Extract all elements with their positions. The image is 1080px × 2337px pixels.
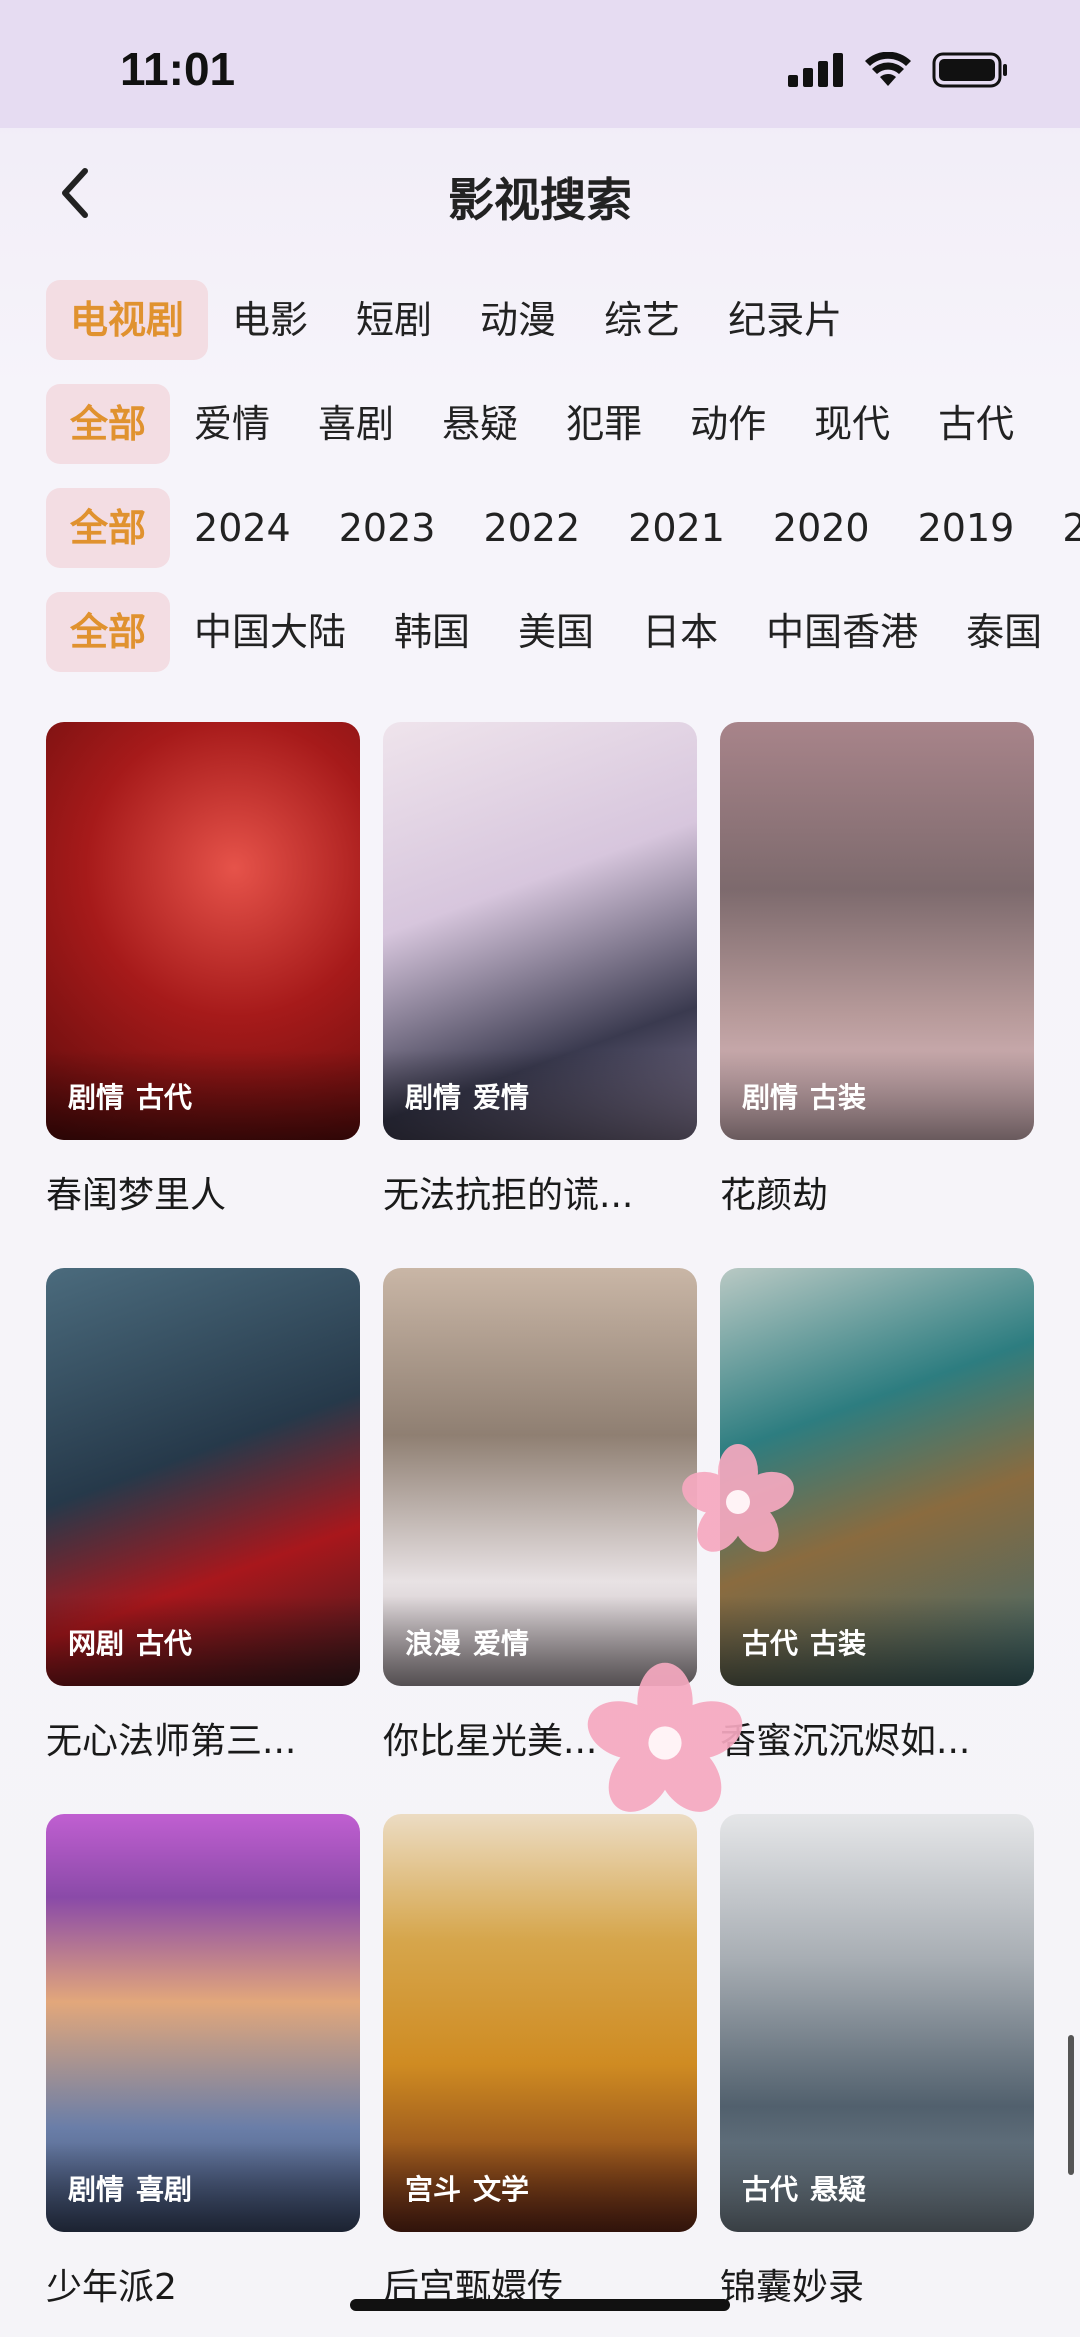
show-title[interactable]: 无心法师第三... [46,1712,360,1764]
chip-category-variety[interactable]: 综艺 [580,280,704,360]
show-poster[interactable]: 网剧 古代 [46,1268,360,1686]
chip-category-anime[interactable]: 动漫 [456,280,580,360]
show-poster[interactable]: 剧情 古代 [46,722,360,1140]
scrollbar[interactable] [1068,2035,1074,2175]
chip-region-usa[interactable]: 美国 [494,592,618,672]
show-poster[interactable]: 古代 悬疑 [720,1814,1034,2232]
show-tags: 古代 古装 [742,1627,867,1660]
show-card[interactable]: 网剧 古代 无心法师第三... [46,1268,360,1764]
chip-genre-action[interactable]: 动作 [666,384,790,464]
year-filter-row: 全部 2024 2023 2022 2021 2020 2019 20 [0,486,1080,570]
show-title[interactable]: 少年派2 [46,2258,360,2310]
chip-year-2021[interactable]: 2021 [604,488,749,568]
home-indicator[interactable] [350,2299,730,2311]
show-tags: 剧情 古装 [742,1081,867,1114]
chip-genre-mystery[interactable]: 悬疑 [418,384,542,464]
region-filter-row: 全部 中国大陆 韩国 美国 日本 中国香港 泰国 [0,590,1080,674]
chip-genre-modern[interactable]: 现代 [790,384,914,464]
chip-year-all[interactable]: 全部 [46,488,171,568]
chip-region-japan[interactable]: 日本 [618,592,742,672]
status-bar: 11:01 [0,0,1080,128]
show-tags: 古代 悬疑 [742,2173,867,2206]
chip-genre-crime[interactable]: 犯罪 [542,384,666,464]
chip-genre-all[interactable]: 全部 [46,384,171,464]
chip-year-more[interactable]: 20 [1038,488,1080,568]
show-card[interactable]: 剧情 爱情 无法抗拒的谎... [383,722,697,1218]
show-card[interactable]: 古代 悬疑 锦囊妙录 [720,1814,1034,2310]
show-card[interactable]: 剧情 喜剧 少年派2 [46,1814,360,2310]
chip-category-tv[interactable]: 电视剧 [46,280,209,360]
show-title[interactable]: 香蜜沉沉烬如... [720,1712,1034,1764]
chip-year-2019[interactable]: 2019 [894,488,1039,568]
show-title[interactable]: 锦囊妙录 [720,2258,1034,2310]
show-title[interactable]: 无法抗拒的谎... [383,1166,697,1218]
cellular-signal-icon [788,53,843,87]
genre-filter-row: 全部 爱情 喜剧 悬疑 犯罪 动作 现代 古代 [0,382,1080,466]
chip-region-thailand[interactable]: 泰国 [942,592,1066,672]
chip-category-documentary[interactable]: 纪录片 [704,280,866,360]
chip-genre-ancient[interactable]: 古代 [914,384,1038,464]
chip-genre-romance[interactable]: 爱情 [170,384,294,464]
chip-region-hongkong[interactable]: 中国香港 [742,592,942,672]
show-tags: 剧情 喜剧 [68,2173,193,2206]
chip-year-2023[interactable]: 2023 [315,488,460,568]
chip-region-all[interactable]: 全部 [46,592,171,672]
nav-bar: 影视搜索 [0,128,1080,258]
show-poster[interactable]: 剧情 爱情 [383,722,697,1140]
chip-region-mainland[interactable]: 中国大陆 [170,592,370,672]
show-tags: 网剧 古代 [68,1627,193,1660]
chip-category-short[interactable]: 短剧 [332,280,456,360]
show-title[interactable]: 春闺梦里人 [46,1166,360,1218]
show-poster[interactable]: 宫斗 文学 [383,1814,697,2232]
show-title[interactable]: 花颜劫 [720,1166,1034,1218]
chip-year-2024[interactable]: 2024 [170,488,315,568]
show-tags: 浪漫 爱情 [405,1627,530,1660]
show-tags: 剧情 古代 [68,1081,193,1114]
wifi-icon [865,52,911,86]
show-tags: 宫斗 文学 [405,2173,530,2206]
chip-genre-comedy[interactable]: 喜剧 [294,384,418,464]
chip-year-2022[interactable]: 2022 [459,488,604,568]
show-poster[interactable]: 浪漫 爱情 [383,1268,697,1686]
chip-category-movie[interactable]: 电影 [208,280,332,360]
chip-year-2020[interactable]: 2020 [749,488,894,568]
show-poster[interactable]: 剧情 喜剧 [46,1814,360,2232]
flower-petal-icon [682,1444,794,1552]
chip-region-korea[interactable]: 韩国 [370,592,494,672]
battery-icon [932,52,1007,88]
show-card[interactable]: 剧情 古装 花颜劫 [720,722,1034,1218]
category-filter-row: 电视剧 电影 短剧 动漫 综艺 纪录片 [0,278,1080,362]
flower-petal-icon [587,1662,743,1812]
page-title: 影视搜索 [448,173,632,227]
show-poster[interactable]: 剧情 古装 [720,722,1034,1140]
show-card[interactable]: 剧情 古代 春闺梦里人 [46,722,360,1218]
show-card[interactable]: 宫斗 文学 后宫甄嬛传 [383,1814,697,2310]
status-icons [788,52,1008,88]
status-time: 11:01 [120,43,236,95]
show-tags: 剧情 爱情 [405,1081,530,1114]
